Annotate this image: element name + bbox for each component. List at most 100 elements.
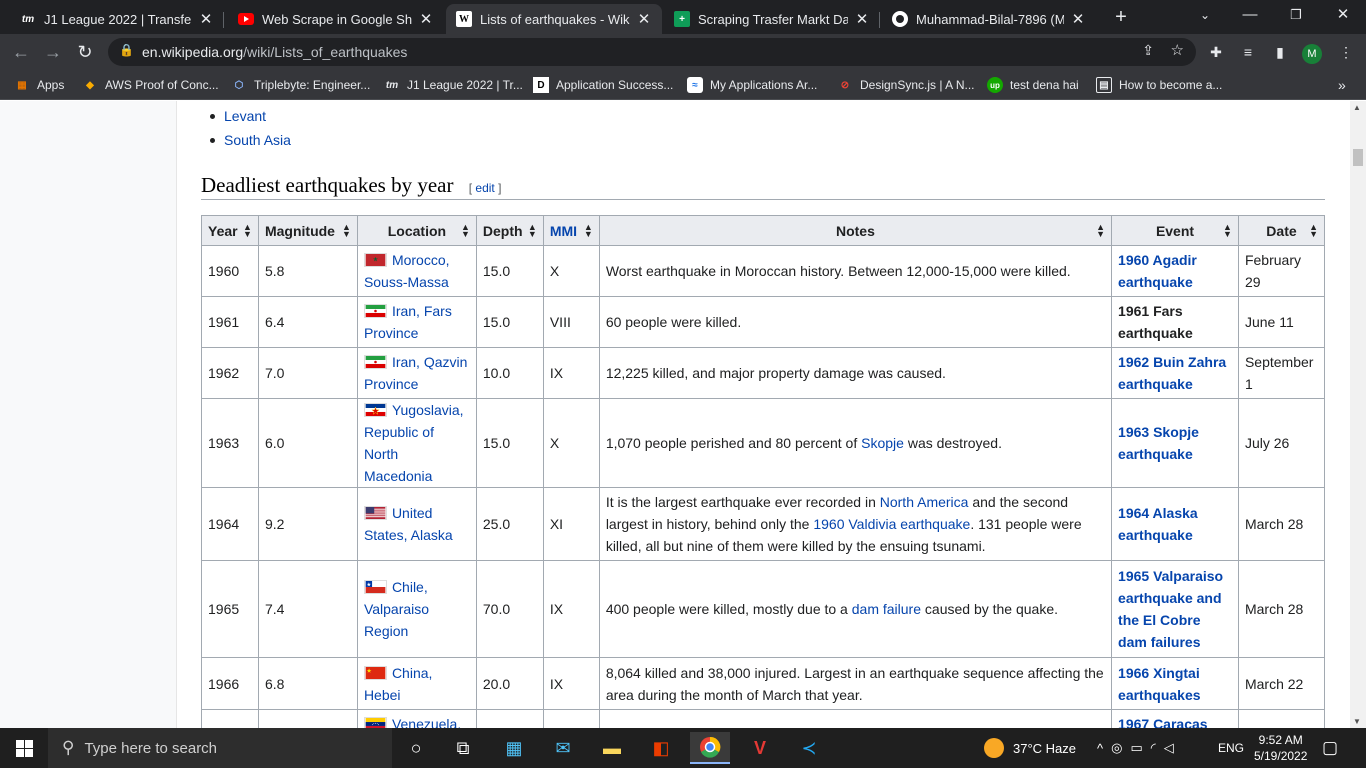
reading-list-icon[interactable]: ≡ (1236, 40, 1260, 64)
new-tab-icon[interactable]: + (1110, 6, 1132, 28)
notes-link[interactable]: dam failure (852, 601, 921, 617)
wifi-icon[interactable]: ◜ (1151, 740, 1164, 756)
location-link[interactable]: Iran, Fars (392, 303, 452, 319)
taskbar-search[interactable]: ⚲ Type here to search (48, 728, 392, 768)
event-link[interactable]: 1967 Caracas (1118, 716, 1208, 729)
file-explorer-icon[interactable]: ▬ (592, 732, 632, 764)
location-link[interactable]: Venezuela, (392, 716, 461, 729)
restore-icon[interactable]: ❐ (1273, 0, 1319, 30)
location-link[interactable]: United (392, 505, 432, 521)
edit-link[interactable]: edit (475, 181, 494, 195)
event-link[interactable]: 1965 Valparaiso (1118, 568, 1223, 584)
location-link[interactable]: Hebei (364, 687, 401, 703)
tab-search-icon[interactable]: ⌄ (1182, 0, 1228, 30)
scroll-down-icon[interactable]: ▼ (1353, 717, 1361, 726)
minimize-icon[interactable]: — (1227, 0, 1273, 30)
event-link[interactable]: dam failures (1118, 634, 1200, 650)
back-icon[interactable]: ← (8, 40, 34, 64)
address-bar[interactable]: 🔒 en.wikipedia.org/wiki/Lists_of_earthqu… (108, 38, 1196, 66)
location-link[interactable]: Province (364, 325, 418, 341)
event-link[interactable]: earthquake and (1118, 590, 1221, 606)
close-tab-icon[interactable]: ✕ (636, 10, 652, 28)
notifications-icon[interactable]: ▢ (1322, 728, 1338, 768)
location-link[interactable]: China, (392, 665, 432, 681)
battery-icon[interactable]: ▭ (1130, 740, 1150, 756)
store-icon[interactable]: ▦ (494, 732, 534, 764)
event-link[interactable]: earthquake (1118, 527, 1193, 543)
location-link[interactable]: States, Alaska (364, 527, 453, 543)
close-window-icon[interactable]: ✕ (1320, 0, 1366, 30)
chrome-icon[interactable] (690, 732, 730, 764)
location-link[interactable]: Souss-Massa (364, 274, 449, 290)
extensions-icon[interactable]: ✚ (1204, 40, 1228, 64)
bookmark-my-applications[interactable]: ≈ My Applications Ar... (687, 76, 817, 94)
language-indicator[interactable]: ENG (1218, 728, 1244, 768)
close-tab-icon[interactable]: ✕ (1070, 10, 1086, 28)
event-link[interactable]: 1962 Buin Zahra (1118, 354, 1226, 370)
cortana-icon[interactable]: ○ (396, 732, 436, 764)
event-link[interactable]: 1966 Xingtai (1118, 665, 1200, 681)
close-tab-icon[interactable]: ✕ (854, 10, 870, 28)
bookmark-designsync[interactable]: ⊘ DesignSync.js | A N... (837, 76, 975, 94)
column-header-date[interactable]: Date ▲ ▼ (1237, 215, 1326, 246)
windows-start-icon[interactable] (0, 728, 48, 768)
weather-widget[interactable]: 37°C Haze (984, 728, 1076, 768)
column-header-magnitude[interactable]: Magnitude ▲ ▼ (257, 215, 358, 246)
mail-icon[interactable]: ✉ (543, 732, 583, 764)
location-link[interactable]: Republic of (364, 424, 434, 440)
tab-lists-of-earthquakes[interactable]: W Lists of earthquakes - Wikipe ✕ (446, 4, 662, 34)
list-item[interactable]: Levant (210, 104, 291, 128)
event-link[interactable]: the El Cobre (1118, 612, 1200, 628)
side-panel-icon[interactable]: ▮ (1268, 40, 1292, 64)
vscode-icon[interactable]: ≺ (789, 732, 829, 764)
volume-icon[interactable]: ◁ (1164, 740, 1182, 756)
location-link[interactable]: Region (364, 623, 408, 639)
notes-link[interactable]: Skopje (861, 435, 904, 451)
column-header-location[interactable]: Location ▲ ▼ (356, 215, 477, 246)
bookmark-j1-league[interactable]: tm J1 League 2022 | Tr... (384, 76, 523, 94)
chevron-up-icon[interactable]: ^ (1097, 741, 1111, 756)
column-header-mmi[interactable]: MMI ▲ ▼ (542, 215, 600, 246)
bookmark-triplebyte[interactable]: ⬡ Triplebyte: Engineer... (231, 76, 371, 94)
location-link[interactable]: Yugoslavia, (392, 402, 464, 418)
column-header-event[interactable]: Event ▲ ▼ (1111, 215, 1239, 246)
close-tab-icon[interactable]: ✕ (198, 10, 214, 28)
close-tab-icon[interactable]: ✕ (418, 10, 434, 28)
location-link[interactable]: North Macedonia (364, 446, 433, 484)
list-item[interactable]: South Asia (210, 128, 291, 152)
column-header-depth[interactable]: Depth ▲ ▼ (475, 215, 544, 246)
network-icon[interactable]: ◎ (1111, 740, 1130, 756)
scrollbar-thumb[interactable] (1353, 149, 1363, 166)
task-view-icon[interactable]: ⧉ (443, 732, 483, 764)
more-bookmarks-icon[interactable]: » (1338, 76, 1346, 94)
clock[interactable]: 9:52 AM 5/19/2022 (1254, 728, 1307, 768)
tab-web-scrape[interactable]: Web Scrape in Google Sheets ✕ (228, 4, 444, 34)
app-v-icon[interactable]: V (740, 732, 780, 764)
notes-link[interactable]: North America (880, 494, 969, 510)
bookmark-application-success[interactable]: D Application Success... (533, 76, 673, 94)
bookmark-aws[interactable]: ◆ AWS Proof of Conc... (82, 76, 218, 94)
tab-scraping-transfer[interactable]: + Scraping Trasfer Markt Data ✕ (664, 4, 880, 34)
column-header-notes[interactable]: Notes ▲ ▼ (598, 215, 1113, 246)
location-link[interactable]: Chile, (392, 579, 428, 595)
system-tray-icons[interactable]: ^ ◎ ▭ ◜ ◁ (1097, 728, 1182, 768)
bookmark-test-dena-hai[interactable]: up test dena hai (987, 76, 1079, 94)
office-icon[interactable]: ◧ (641, 732, 681, 764)
forward-icon[interactable]: → (40, 40, 66, 64)
location-link[interactable]: Iran, Qazvin (392, 354, 467, 370)
share-icon[interactable]: ⇪ (1142, 42, 1154, 59)
event-link[interactable]: 1960 Agadir (1118, 252, 1197, 268)
reload-icon[interactable]: ↻ (72, 40, 98, 64)
bookmark-how-to-become[interactable]: ▤ How to become a... (1096, 76, 1222, 94)
event-link[interactable]: earthquakes (1118, 687, 1200, 703)
event-link[interactable]: earthquake (1118, 376, 1193, 392)
page-scrollbar[interactable]: ▲ ▼ (1350, 101, 1366, 728)
scroll-up-icon[interactable]: ▲ (1353, 103, 1361, 112)
event-link[interactable]: earthquake (1118, 274, 1193, 290)
bookmark-star-icon[interactable]: ☆ (1171, 41, 1184, 59)
profile-avatar[interactable]: M (1300, 40, 1324, 64)
menu-icon[interactable]: ⋮ (1334, 40, 1358, 64)
bookmark-apps[interactable]: ▦ Apps (14, 76, 64, 94)
column-header-year[interactable]: Year ▲ ▼ (201, 215, 259, 246)
location-link[interactable]: Valparaiso (364, 601, 429, 617)
